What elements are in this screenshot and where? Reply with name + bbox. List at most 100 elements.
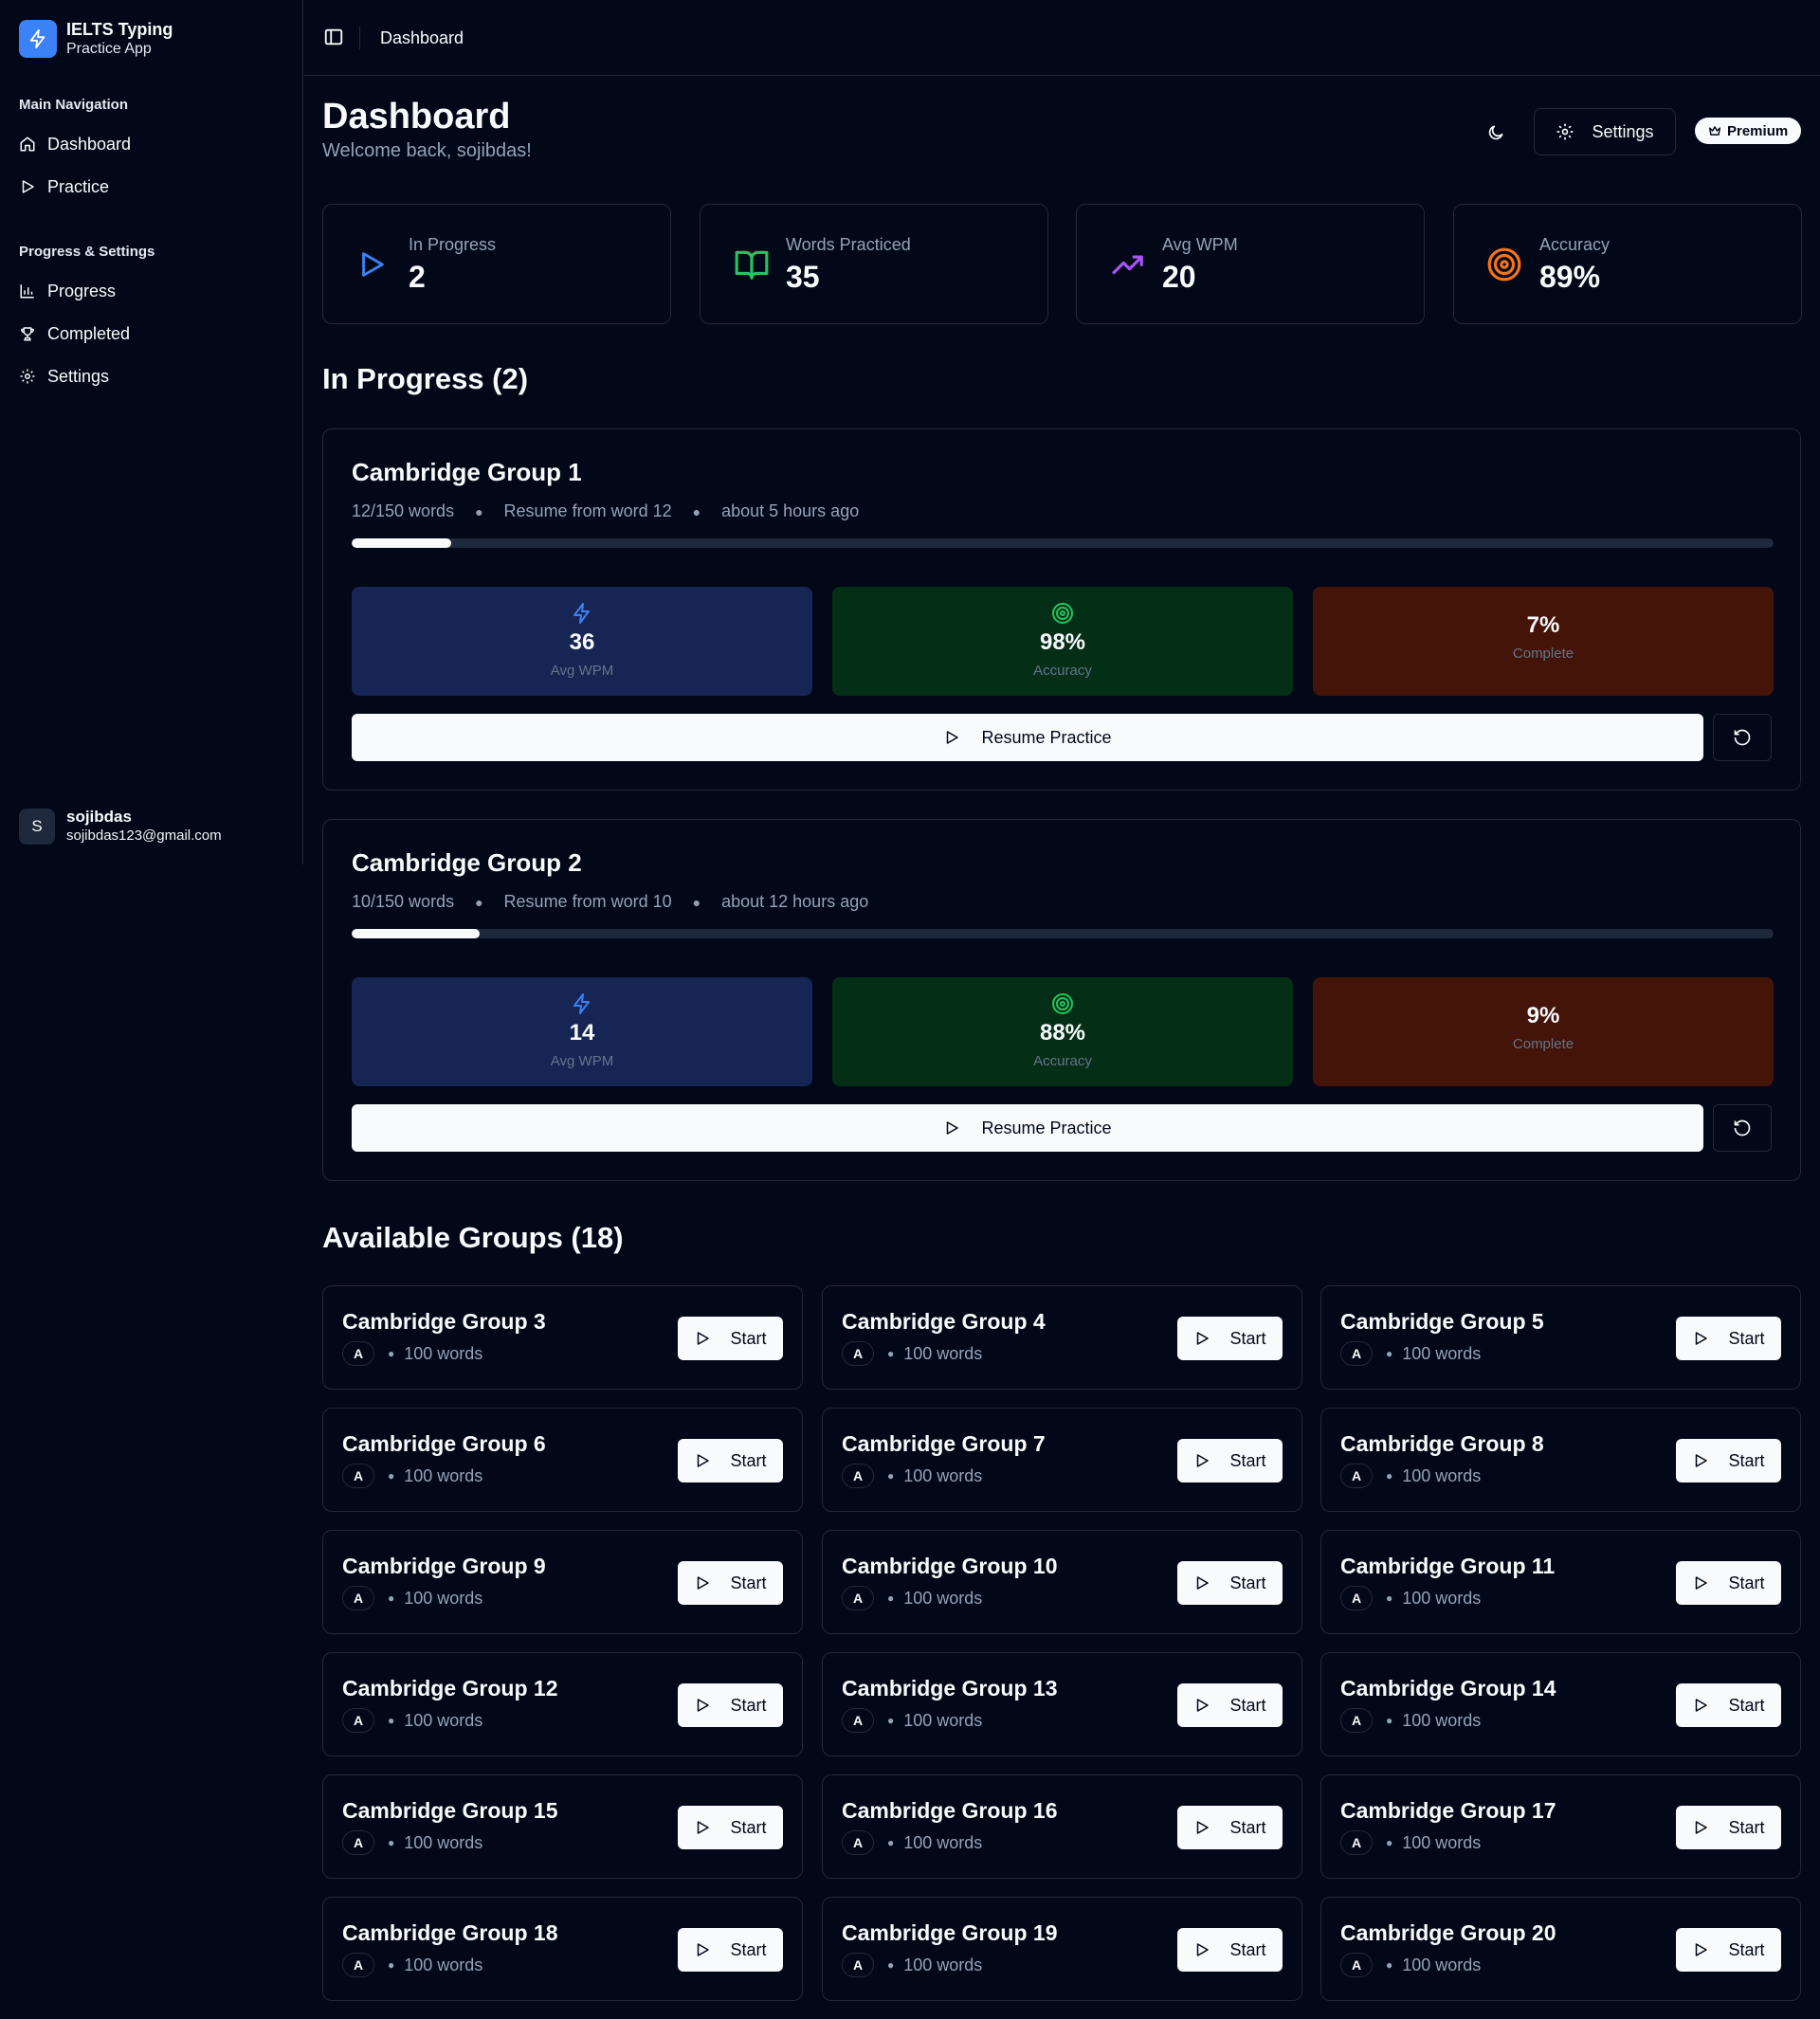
lightning-icon — [573, 603, 590, 624]
home-icon — [20, 136, 35, 152]
start-button[interactable]: Start — [1676, 1561, 1781, 1605]
play-icon — [698, 1332, 710, 1345]
group-card: Cambridge Group 15 A ● 100 words Start — [322, 1774, 803, 1879]
group-meta: 10/150 words ● Resume from word 10 ● abo… — [352, 892, 869, 911]
stat-card-accuracy: Accuracy 89% — [1453, 204, 1802, 324]
start-label: Start — [1229, 1817, 1266, 1837]
play-icon — [22, 180, 34, 193]
group-meta: A ● 100 words — [342, 1586, 482, 1610]
brand[interactable]: IELTS Typing Practice App — [19, 19, 173, 59]
level-badge: A — [842, 1708, 874, 1733]
level-badge: A — [342, 1586, 374, 1610]
group-card: Cambridge Group 20 A ● 100 words Start — [1320, 1897, 1801, 2001]
group-meta: 12/150 words ● Resume from word 12 ● abo… — [352, 501, 860, 520]
sidebar-toggle-button[interactable] — [323, 27, 344, 52]
sidebar-item-progress[interactable]: Progress — [19, 277, 116, 305]
group-name: Cambridge Group 17 — [1340, 1798, 1556, 1823]
breadcrumb[interactable]: Dashboard — [380, 27, 464, 49]
start-button[interactable]: Start — [1177, 1806, 1283, 1849]
group-card: Cambridge Group 10 A ● 100 words Start — [822, 1530, 1302, 1634]
last-practiced-time: about 5 hours ago — [721, 501, 860, 520]
word-count: 100 words — [903, 1832, 983, 1852]
group-title: Cambridge Group 2 — [352, 848, 582, 877]
level-badge: A — [1340, 1341, 1373, 1366]
start-label: Start — [1728, 1817, 1765, 1837]
group-meta: A ● 100 words — [842, 1708, 982, 1733]
topbar-divider — [359, 27, 360, 49]
start-button[interactable]: Start — [1676, 1806, 1781, 1849]
start-button[interactable]: Start — [1177, 1683, 1283, 1727]
start-button[interactable]: Start — [678, 1928, 783, 1972]
trophy-icon — [21, 327, 34, 341]
start-button[interactable]: Start — [1676, 1928, 1781, 1972]
sidebar-item-settings[interactable]: Settings — [19, 362, 109, 391]
play-icon — [1696, 1332, 1708, 1345]
start-button[interactable]: Start — [1676, 1317, 1781, 1360]
sidebar-item-dashboard[interactable]: Dashboard — [19, 130, 131, 158]
user-menu[interactable]: S sojibdas sojibdas123@gmail.com — [19, 808, 222, 846]
page-title: Dashboard — [322, 97, 511, 136]
start-button[interactable]: Start — [1676, 1439, 1781, 1482]
stat-card-in-progress: In Progress 2 — [322, 204, 671, 324]
group-card: Cambridge Group 3 A ● 100 words Start — [322, 1285, 803, 1390]
resume-practice-button[interactable]: Resume Practice — [352, 714, 1703, 761]
level-badge: A — [1340, 1708, 1373, 1733]
start-label: Start — [730, 1695, 767, 1715]
theme-toggle-button[interactable] — [1477, 114, 1515, 152]
level-badge: A — [342, 1830, 374, 1855]
group-name: Cambridge Group 4 — [842, 1309, 1046, 1334]
play-icon — [1197, 1454, 1210, 1467]
play-icon — [698, 1576, 710, 1590]
start-label: Start — [1728, 1695, 1765, 1715]
sidebar-item-completed[interactable]: Completed — [19, 319, 130, 348]
last-practiced-time: about 12 hours ago — [721, 892, 869, 911]
resume-practice-button[interactable]: Resume Practice — [352, 1104, 1703, 1152]
accuracy-label: Accuracy — [1033, 663, 1092, 679]
level-badge: A — [1340, 1953, 1373, 1977]
start-button[interactable]: Start — [678, 1806, 783, 1849]
start-button[interactable]: Start — [678, 1439, 783, 1482]
word-count: 100 words — [1402, 1832, 1482, 1852]
start-button[interactable]: Start — [678, 1561, 783, 1605]
group-name: Cambridge Group 19 — [842, 1920, 1058, 1945]
complete-stat-box: 9% Complete — [1313, 977, 1774, 1086]
start-button[interactable]: Start — [1177, 1561, 1283, 1605]
reset-progress-button[interactable] — [1713, 1104, 1772, 1152]
word-count: 100 words — [903, 1955, 983, 1974]
gear-icon — [20, 369, 35, 384]
play-icon — [947, 1121, 959, 1135]
wpm-label: Avg WPM — [550, 1053, 614, 1069]
start-button[interactable]: Start — [1177, 1928, 1283, 1972]
play-icon — [698, 1943, 710, 1956]
target-icon — [1052, 603, 1073, 624]
word-count: 100 words — [404, 1588, 483, 1608]
settings-button[interactable]: Settings — [1534, 108, 1676, 155]
progress-bar — [352, 929, 1774, 938]
premium-badge[interactable]: Premium — [1695, 118, 1802, 144]
sidebar-item-practice[interactable]: Practice — [19, 173, 109, 201]
play-icon — [1696, 1454, 1708, 1467]
start-label: Start — [1728, 1328, 1765, 1348]
sidebar-item-label: Dashboard — [47, 134, 132, 154]
word-count: 100 words — [404, 1955, 483, 1974]
start-button[interactable]: Start — [1676, 1683, 1781, 1727]
group-meta: A ● 100 words — [342, 1464, 482, 1488]
resume-from-text: Resume from word 12 — [503, 501, 672, 520]
app-subtitle: Practice App — [66, 41, 152, 57]
level-badge: A — [842, 1464, 874, 1488]
play-icon — [362, 252, 384, 277]
word-count: 100 words — [404, 1832, 483, 1852]
reset-progress-button[interactable] — [1713, 714, 1772, 761]
accuracy-stat-box: 88% Accuracy — [832, 977, 1293, 1086]
group-card: Cambridge Group 19 A ● 100 words Start — [822, 1897, 1302, 2001]
group-meta: A ● 100 words — [842, 1341, 982, 1366]
start-button[interactable]: Start — [678, 1317, 783, 1360]
level-badge: A — [842, 1953, 874, 1977]
start-button[interactable]: Start — [1177, 1439, 1283, 1482]
start-button[interactable]: Start — [1177, 1317, 1283, 1360]
play-icon — [1197, 1576, 1210, 1590]
stat-value: 2 — [409, 260, 426, 294]
group-meta: A ● 100 words — [342, 1708, 482, 1733]
start-button[interactable]: Start — [678, 1683, 783, 1727]
group-card: Cambridge Group 9 A ● 100 words Start — [322, 1530, 803, 1634]
